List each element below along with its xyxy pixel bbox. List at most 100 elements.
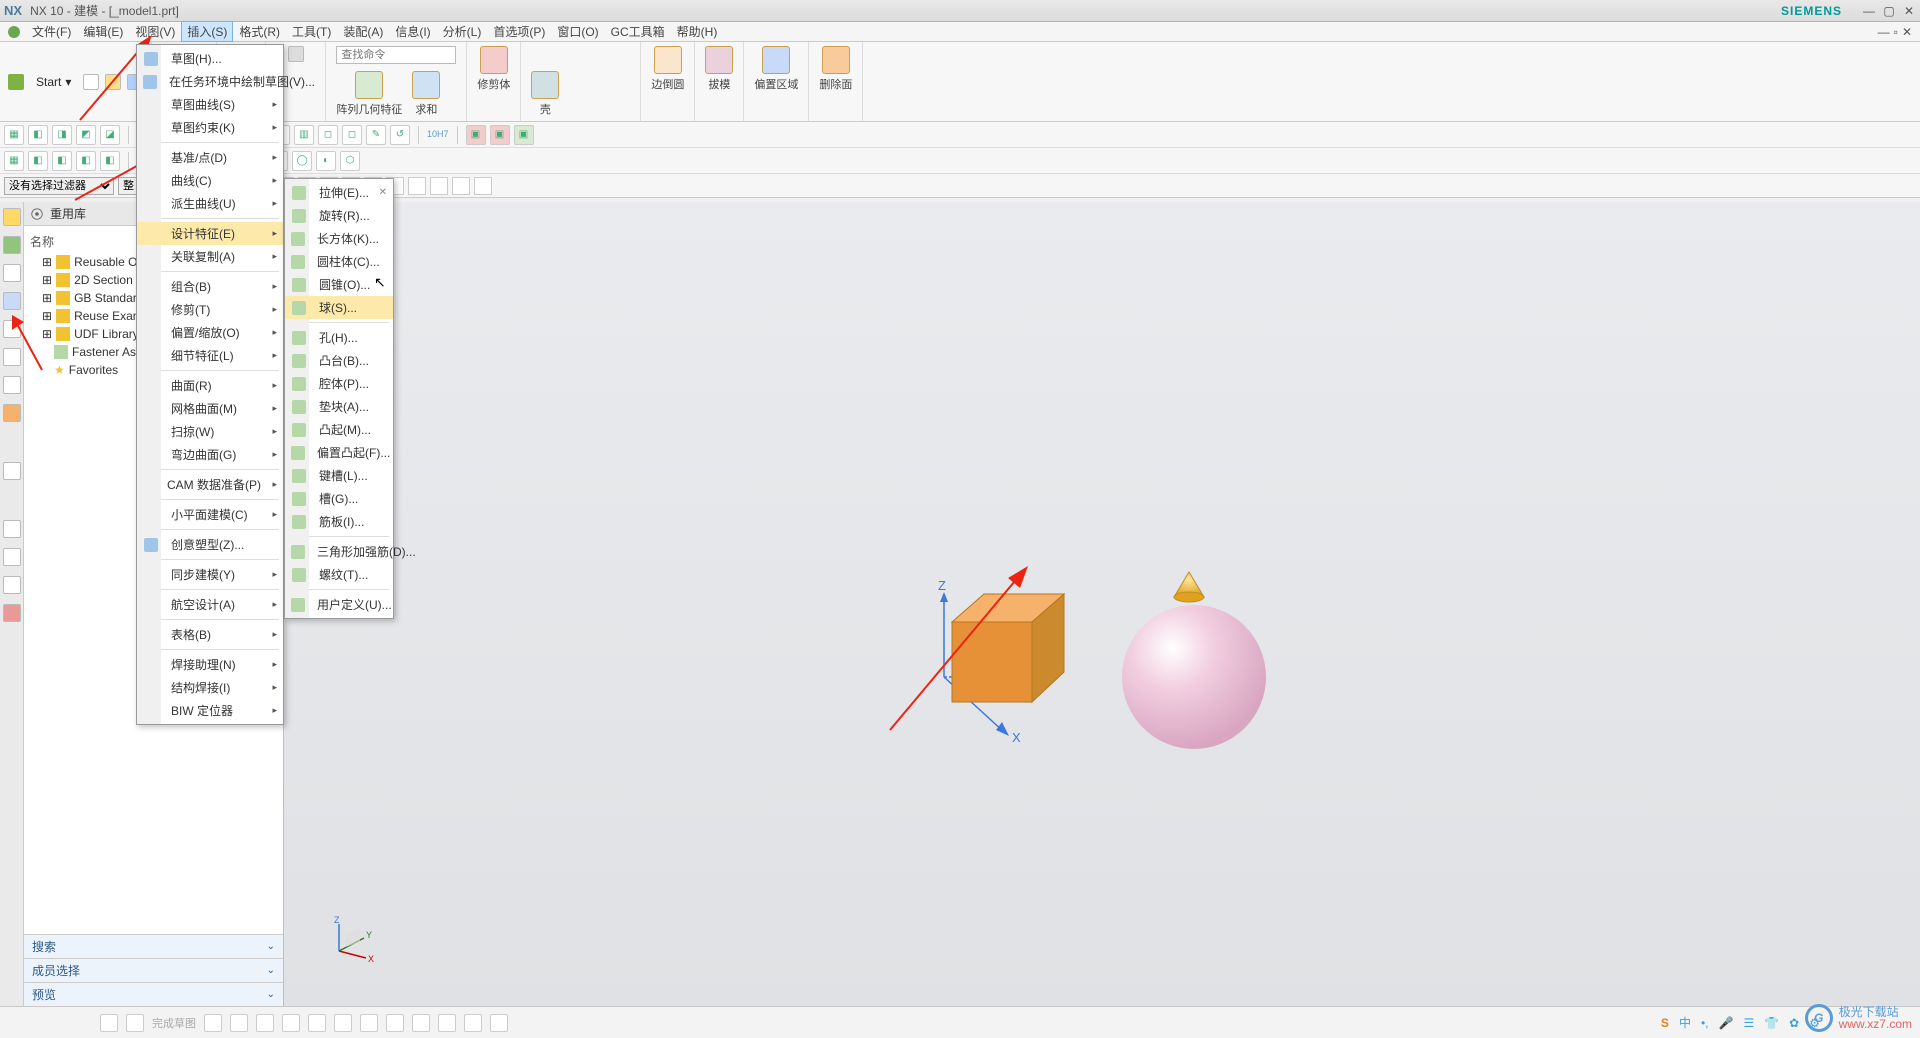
- tb2-icon[interactable]: ◧: [28, 151, 48, 171]
- minimize-button[interactable]: —: [1862, 4, 1876, 18]
- insert-menu-item[interactable]: 航空设计(A)▸: [137, 593, 283, 616]
- tb1-icon[interactable]: ◻: [318, 125, 338, 145]
- doc-close[interactable]: ✕: [1902, 25, 1912, 39]
- doc-restore[interactable]: ▫: [1894, 25, 1898, 39]
- rail-icon[interactable]: [3, 548, 21, 566]
- design-feature-item[interactable]: 键槽(L)...: [285, 464, 393, 487]
- design-feature-item[interactable]: 筋板(I)...: [285, 510, 393, 533]
- insert-menu-item[interactable]: 网格曲面(M)▸: [137, 397, 283, 420]
- insert-menu-item[interactable]: 在任务环境中绘制草图(V)...: [137, 70, 283, 93]
- offset-region-button[interactable]: 偏置区域: [754, 46, 798, 92]
- tb1-icon[interactable]: ✎: [366, 125, 386, 145]
- sb-icon[interactable]: [126, 1014, 144, 1032]
- unite-button[interactable]: 求和: [412, 71, 440, 117]
- design-feature-item[interactable]: 长方体(K)...: [285, 227, 393, 250]
- menu-assembly[interactable]: 装配(A): [337, 21, 389, 42]
- trim-body-button[interactable]: 修剪体: [477, 46, 510, 92]
- insert-menu-item[interactable]: 修剪(T)▸: [137, 298, 283, 321]
- menu-insert[interactable]: 插入(S): [181, 21, 233, 42]
- insert-menu-item[interactable]: 关联复制(A)▸: [137, 245, 283, 268]
- rail-hd3d-icon[interactable]: [3, 320, 21, 338]
- tb2-icon[interactable]: ▦: [4, 151, 24, 171]
- tb1-icon[interactable]: ▥: [294, 125, 314, 145]
- ime-punct[interactable]: •,: [1701, 1016, 1709, 1030]
- insert-menu-item[interactable]: 基准/点(D)▸: [137, 146, 283, 169]
- tb2-icon[interactable]: ◧: [52, 151, 72, 171]
- menu-tools[interactable]: 工具(T): [286, 21, 337, 42]
- tb1-icon[interactable]: ▣: [490, 125, 510, 145]
- sb-icon[interactable]: [204, 1014, 222, 1032]
- tb1-icon[interactable]: ◧: [28, 125, 48, 145]
- fr-icon[interactable]: [408, 177, 426, 195]
- insert-menu-dropdown[interactable]: 草图(H)...在任务环境中绘制草图(V)...草图曲线(S)▸草图约束(K)▸…: [136, 44, 284, 725]
- menu-window[interactable]: 窗口(O): [551, 21, 604, 42]
- rail-icon[interactable]: [3, 604, 21, 622]
- insert-menu-item[interactable]: BIW 定位器▸: [137, 699, 283, 722]
- new-icon[interactable]: [83, 74, 99, 90]
- design-feature-item[interactable]: 槽(G)...: [285, 487, 393, 510]
- sb-icon[interactable]: [230, 1014, 248, 1032]
- insert-menu-item[interactable]: 设计特征(E)▸: [137, 222, 283, 245]
- tb2-icon[interactable]: ◧: [76, 151, 96, 171]
- panel-section-members[interactable]: 成员选择⌄: [24, 958, 283, 982]
- ime-toolbox-icon[interactable]: ✿: [1789, 1016, 1799, 1030]
- insert-menu-item[interactable]: 弯边曲面(G)▸: [137, 443, 283, 466]
- tb2-icon[interactable]: ◯: [292, 151, 312, 171]
- pattern-button[interactable]: 阵列几何特征: [336, 71, 402, 117]
- ime-skin-icon[interactable]: 👕: [1764, 1016, 1779, 1030]
- doc-minimize[interactable]: —: [1878, 25, 1890, 39]
- tb1-icon[interactable]: ▣: [466, 125, 486, 145]
- design-feature-item[interactable]: 圆柱体(C)...: [285, 250, 393, 273]
- sb-icon[interactable]: [360, 1014, 378, 1032]
- close-button[interactable]: ✕: [1902, 4, 1916, 18]
- insert-menu-item[interactable]: 草图约束(K)▸: [137, 116, 283, 139]
- insert-menu-item[interactable]: 表格(B)▸: [137, 623, 283, 646]
- shell-button[interactable]: 壳: [531, 71, 559, 117]
- panel-section-search[interactable]: 搜索⌄: [24, 934, 283, 958]
- rail-role-icon[interactable]: [3, 576, 21, 594]
- insert-menu-item[interactable]: 创意塑型(Z)...: [137, 533, 283, 556]
- insert-menu-item[interactable]: 曲线(C)▸: [137, 169, 283, 192]
- design-feature-item[interactable]: 球(S)...: [285, 296, 393, 319]
- design-feature-item[interactable]: 孔(H)...: [285, 326, 393, 349]
- insert-menu-item[interactable]: 组合(B)▸: [137, 275, 283, 298]
- selection-filter[interactable]: 没有选择过滤器: [4, 177, 114, 195]
- menu-edit[interactable]: 编辑(E): [77, 21, 129, 42]
- insert-menu-item[interactable]: 扫掠(W)▸: [137, 420, 283, 443]
- tb1-icon[interactable]: ▣: [514, 125, 534, 145]
- ime-mic-icon[interactable]: 🎤: [1719, 1016, 1734, 1030]
- menu-info[interactable]: 信息(I): [389, 21, 436, 42]
- design-feature-item[interactable]: 腔体(P)...: [285, 372, 393, 395]
- insert-menu-item[interactable]: 派生曲线(U)▸: [137, 192, 283, 215]
- sb-icon[interactable]: [100, 1014, 118, 1032]
- cone-body[interactable]: [1174, 572, 1204, 602]
- ribbon-misc-1[interactable]: [288, 46, 304, 62]
- insert-menu-item[interactable]: 草图(H)...: [137, 47, 283, 70]
- insert-menu-item[interactable]: 偏置/缩放(O)▸: [137, 321, 283, 344]
- insert-menu-item[interactable]: 草图曲线(S)▸: [137, 93, 283, 116]
- rail-reuse-icon[interactable]: [3, 292, 21, 310]
- rail-part-navigator-icon[interactable]: [3, 208, 21, 226]
- start-button[interactable]: Start ▾: [30, 73, 77, 91]
- ime-logo-icon[interactable]: S: [1661, 1016, 1669, 1030]
- insert-menu-item[interactable]: 同步建模(Y)▸: [137, 563, 283, 586]
- rail-clock-icon[interactable]: [3, 520, 21, 538]
- tb2-icon[interactable]: ⬡: [340, 151, 360, 171]
- menu-format[interactable]: 格式(R): [233, 21, 286, 42]
- rail-rss-icon[interactable]: [3, 404, 21, 422]
- insert-menu-item[interactable]: 焊接助理(N)▸: [137, 653, 283, 676]
- rail-history-icon[interactable]: [3, 376, 21, 394]
- cube-body[interactable]: [952, 594, 1064, 702]
- edge-blend-button[interactable]: 边倒圆: [651, 46, 684, 92]
- design-feature-item[interactable]: 用户定义(U)...: [285, 593, 393, 616]
- design-feature-item[interactable]: 偏置凸起(F)...: [285, 441, 393, 464]
- sb-icon[interactable]: [308, 1014, 326, 1032]
- panel-section-preview[interactable]: 预览⌄: [24, 982, 283, 1006]
- sb-icon[interactable]: [386, 1014, 404, 1032]
- sb-icon[interactable]: [490, 1014, 508, 1032]
- draft-button[interactable]: 拔模: [705, 46, 733, 92]
- maximize-button[interactable]: ▢: [1882, 4, 1896, 18]
- tb1-icon[interactable]: ▦: [4, 125, 24, 145]
- tb1-icon[interactable]: ◩: [76, 125, 96, 145]
- design-feature-item[interactable]: 旋转(R)...: [285, 204, 393, 227]
